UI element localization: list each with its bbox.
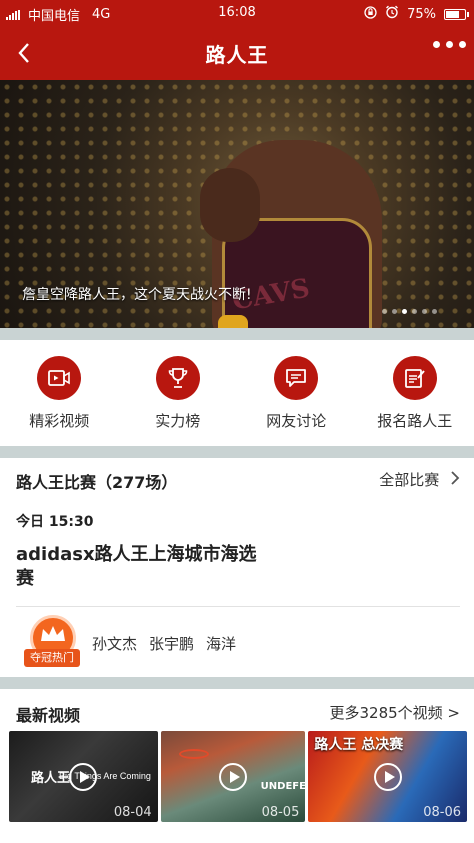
- carousel-dot[interactable]: [432, 309, 437, 314]
- section-divider: [0, 328, 474, 340]
- videos-header: 最新视频 更多3285个视频 >: [16, 697, 460, 727]
- video-list: 路人王 Big Things Are Coming 08-04 UNDEFEAT…: [9, 731, 468, 822]
- matches-heading: 路人王比赛（277场）: [16, 473, 178, 492]
- section-divider: [0, 446, 474, 458]
- video-thumbnail[interactable]: 路人王 总决赛 08-06: [308, 731, 468, 822]
- quick-action-ranking[interactable]: 实力榜: [119, 340, 238, 445]
- page-title: 路人王: [205, 43, 269, 67]
- more-menu-button[interactable]: [433, 41, 466, 48]
- play-icon: [219, 762, 248, 791]
- play-icon: [373, 762, 402, 791]
- trophy-icon: [168, 368, 188, 388]
- section-divider: [0, 677, 474, 689]
- hero-banner[interactable]: CAVS 詹皇空降路人王，这个夏天战火不断!: [0, 80, 474, 328]
- match-time: 今日 15:30: [16, 514, 94, 530]
- lock-rotation-icon: [364, 5, 377, 23]
- video-date: 08-06: [423, 805, 462, 820]
- quick-actions: 精彩视频 实力榜 网友讨论 报名路人王: [0, 340, 474, 445]
- nav-bar: 路人王: [0, 30, 474, 76]
- video-icon: [48, 370, 71, 386]
- carousel-dot[interactable]: [422, 309, 427, 314]
- favorite-badge-label: 夺冠热门: [24, 649, 80, 667]
- alarm-icon: [385, 5, 399, 23]
- banner-caption: 詹皇空降路人王，这个夏天战火不断!: [22, 287, 252, 303]
- player-list: 孙文杰 张宇鹏 海洋: [92, 633, 236, 654]
- carousel-dot[interactable]: [402, 309, 407, 314]
- quick-action-label: 网友讨论: [266, 412, 327, 430]
- battery-icon: [444, 8, 469, 20]
- quick-action-highlights[interactable]: 精彩视频: [0, 340, 119, 445]
- favorite-badge: 夺冠热门: [24, 615, 80, 667]
- video-brand: UNDEFEATED: [260, 781, 306, 792]
- quick-action-label: 精彩视频: [29, 412, 90, 430]
- quick-action-label: 实力榜: [155, 412, 201, 430]
- match-title[interactable]: adidasx路人王上海城市海选赛: [16, 543, 266, 591]
- quick-action-discussion[interactable]: 网友讨论: [237, 340, 356, 445]
- crown-icon: [41, 626, 65, 641]
- more-videos-link[interactable]: 更多3285个视频 >: [329, 702, 460, 723]
- all-matches-link[interactable]: 全部比赛: [379, 469, 460, 490]
- app-header: 中国电信 4G 16:08 75% 路人王: [0, 0, 474, 80]
- hoop-graphic: [178, 749, 209, 759]
- carousel-dots[interactable]: [382, 309, 437, 314]
- carousel-dot[interactable]: [392, 309, 397, 314]
- battery-percent: 75%: [407, 6, 436, 22]
- matches-header: 路人王比赛（277场） 全部比赛: [16, 464, 460, 494]
- player-name[interactable]: 海洋: [206, 633, 236, 654]
- carousel-dot[interactable]: [382, 309, 387, 314]
- chat-icon: [286, 369, 307, 387]
- video-date: 08-04: [113, 805, 152, 820]
- video-brand: 路人王 总决赛: [314, 737, 404, 753]
- quick-action-signup[interactable]: 报名路人王: [356, 340, 474, 445]
- chevron-right-icon: [451, 471, 460, 485]
- carousel-dot[interactable]: [412, 309, 417, 314]
- video-thumbnail[interactable]: UNDEFEATED 08-05: [160, 731, 306, 822]
- videos-heading: 最新视频: [16, 706, 81, 725]
- player-name[interactable]: 孙文杰: [92, 633, 137, 654]
- video-thumbnail[interactable]: 路人王 Big Things Are Coming 08-04: [9, 731, 158, 822]
- quick-action-label: 报名路人王: [377, 412, 453, 430]
- status-bar: 中国电信 4G 16:08 75%: [0, 0, 474, 26]
- video-date: 08-05: [261, 805, 300, 820]
- edit-icon: [404, 369, 425, 388]
- play-icon: [69, 762, 98, 791]
- player-name[interactable]: 张宇鹏: [149, 633, 194, 654]
- divider-line: [16, 606, 460, 607]
